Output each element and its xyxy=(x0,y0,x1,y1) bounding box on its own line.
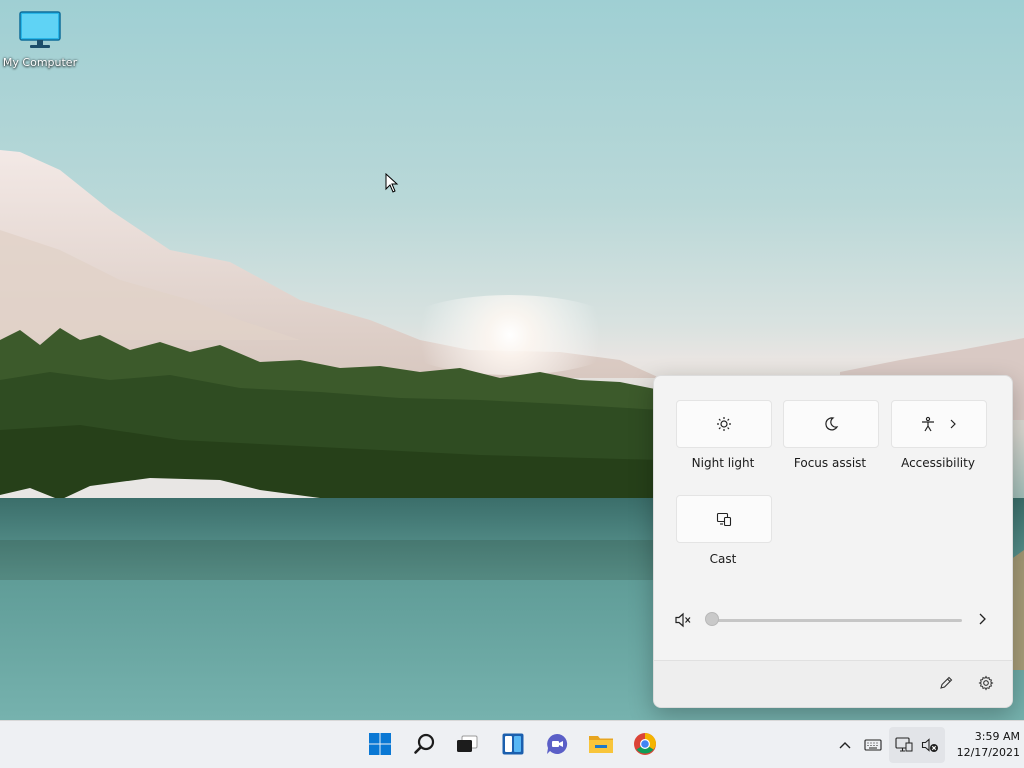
quick-settings-panel: Night light Focus assist Accessibility C… xyxy=(653,375,1013,708)
desktop-icon-label: My Computer xyxy=(2,56,78,69)
speaker-muted-icon xyxy=(921,738,938,752)
tile-label-accessibility: Accessibility xyxy=(901,456,975,470)
speaker-muted-icon[interactable] xyxy=(674,612,692,628)
clock-date: 12/17/2021 xyxy=(956,746,1020,759)
mouse-cursor-icon xyxy=(385,173,399,193)
tile-focus-assist[interactable] xyxy=(783,400,879,448)
windows-logo-icon xyxy=(369,733,391,755)
task-view-icon xyxy=(457,735,478,752)
tile-label-focus-assist: Focus assist xyxy=(793,456,867,470)
brightness-icon xyxy=(717,417,731,431)
monitor-icon xyxy=(19,11,61,48)
volume-slider-track[interactable] xyxy=(710,619,962,622)
network-icon xyxy=(895,737,913,752)
desktop-icon-my-computer[interactable]: My Computer xyxy=(2,10,78,69)
chat-icon xyxy=(547,733,568,754)
accessibility-icon xyxy=(922,416,934,432)
chevron-up-icon xyxy=(839,742,851,749)
chrome-icon xyxy=(634,733,656,755)
tile-label-cast: Cast xyxy=(709,552,737,566)
quick-settings-tray-button[interactable] xyxy=(889,727,945,763)
file-explorer-button[interactable] xyxy=(586,729,616,759)
taskbar: 3:59 AM 12/17/2021 xyxy=(0,720,1024,768)
widgets-button[interactable] xyxy=(498,729,528,759)
network-tray xyxy=(893,734,915,756)
widgets-icon xyxy=(502,733,524,755)
moon-icon xyxy=(825,417,839,431)
search-icon xyxy=(414,733,435,754)
search-button[interactable] xyxy=(410,729,440,759)
tile-cast[interactable] xyxy=(676,495,772,543)
keyboard-icon xyxy=(864,739,882,751)
pencil-icon[interactable] xyxy=(938,675,954,691)
clock[interactable]: 3:59 AM 12/17/2021 xyxy=(946,729,1020,761)
start-button[interactable] xyxy=(365,729,395,759)
tile-night-light[interactable] xyxy=(676,400,772,448)
tile-label-night-light: Night light xyxy=(691,456,755,470)
task-view-button[interactable] xyxy=(452,729,482,759)
volume-slider-thumb[interactable] xyxy=(705,612,719,626)
clock-time: 3:59 AM xyxy=(974,730,1020,743)
quick-settings-footer xyxy=(654,660,1012,707)
volume-tray xyxy=(919,734,941,756)
folder-icon xyxy=(589,736,613,753)
show-hidden-icons-button[interactable] xyxy=(834,734,856,756)
chevron-right-icon xyxy=(950,419,956,429)
chat-button[interactable] xyxy=(542,729,572,759)
gear-icon[interactable] xyxy=(978,675,994,691)
cast-icon xyxy=(716,512,732,527)
volume-mixer-chevron-icon[interactable] xyxy=(976,612,988,626)
keyboard-button[interactable] xyxy=(862,734,884,756)
chrome-button[interactable] xyxy=(630,729,660,759)
tile-accessibility[interactable] xyxy=(891,400,987,448)
